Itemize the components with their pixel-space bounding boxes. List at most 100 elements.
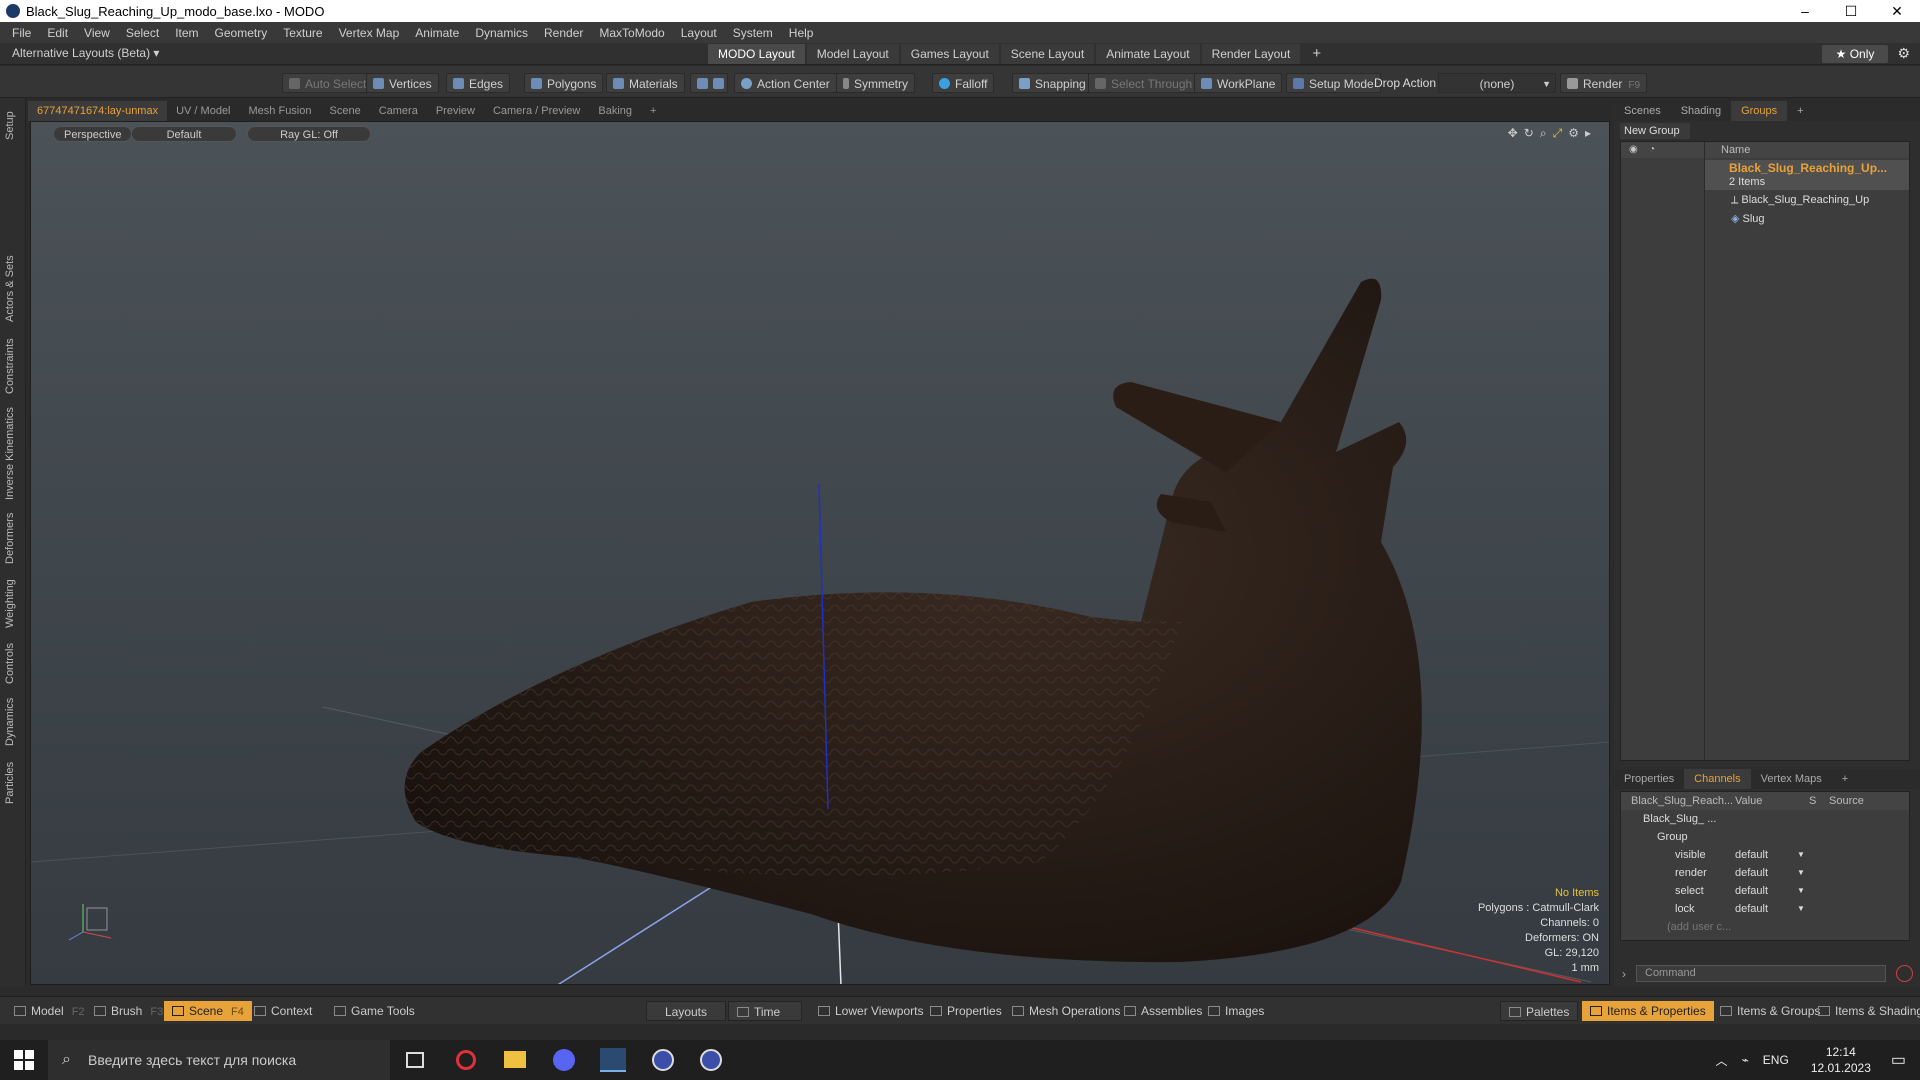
notifications-icon[interactable]: ▭: [1891, 1050, 1906, 1070]
add-layout-button[interactable]: +: [1302, 44, 1331, 64]
setup-mode-button[interactable]: Setup Mode: [1286, 73, 1381, 93]
dropdown-arrow-icon[interactable]: ▼: [1797, 864, 1805, 882]
menu-animate[interactable]: Animate: [407, 26, 467, 40]
symmetry-button[interactable]: Symmetry: [836, 73, 915, 93]
menu-system[interactable]: System: [725, 26, 781, 40]
menu-help[interactable]: Help: [781, 26, 822, 40]
channel-root-row[interactable]: Black_Slug_ ...: [1621, 810, 1909, 828]
tab-scene[interactable]: Scene: [321, 101, 370, 121]
side-tab-dynamics[interactable]: Dynamics: [4, 698, 16, 746]
modo-taskbar-icon[interactable]: [600, 1048, 626, 1072]
lower-viewports-button[interactable]: Lower Viewports: [810, 1001, 932, 1021]
3d-viewport[interactable]: Perspective Default Ray GL: Off ✥ ↻ ⌕ ⤢ …: [30, 121, 1610, 985]
tab-modo-layout[interactable]: MODO Layout: [708, 44, 805, 64]
vertices-button[interactable]: Vertices: [366, 73, 439, 93]
materials-button[interactable]: Materials: [606, 73, 685, 93]
items-properties-button[interactable]: Items & Properties: [1582, 1001, 1714, 1021]
channel-row-select[interactable]: select default ▼: [1621, 882, 1909, 900]
channel-row-lock[interactable]: lock default ▼: [1621, 900, 1909, 918]
command-input[interactable]: Command: [1636, 965, 1886, 982]
command-record-icon[interactable]: [1896, 965, 1913, 982]
context-button[interactable]: Context: [246, 1001, 320, 1021]
language-indicator[interactable]: ENG: [1763, 1053, 1789, 1067]
palettes-button[interactable]: Palettes: [1500, 1001, 1579, 1021]
task-view-icon[interactable]: [406, 1052, 424, 1068]
properties-button[interactable]: Properties: [922, 1001, 1010, 1021]
scene-button[interactable]: Scene F4: [164, 1001, 252, 1021]
menu-layout[interactable]: Layout: [673, 26, 725, 40]
menu-render[interactable]: Render: [536, 26, 591, 40]
dropdown-arrow-icon[interactable]: ▼: [1797, 846, 1805, 864]
channel-row-visible[interactable]: visible default ▼: [1621, 846, 1909, 864]
close-button[interactable]: ✕: [1874, 0, 1920, 22]
settings-gear-icon[interactable]: ⚙: [1897, 45, 1910, 62]
discord-icon[interactable]: [553, 1049, 575, 1071]
taskbar-search[interactable]: ⌕ Введите здесь текст для поиска: [48, 1040, 390, 1080]
side-tab-constraints[interactable]: Constraints: [4, 338, 16, 394]
tab-mesh-fusion[interactable]: Mesh Fusion: [240, 101, 321, 121]
time-button[interactable]: Time: [728, 1001, 802, 1021]
images-button[interactable]: Images: [1200, 1001, 1272, 1021]
channel-group-row[interactable]: Group: [1621, 828, 1909, 846]
group-member-mesh[interactable]: ⟂ Black_Slug_Reaching_Up: [1731, 194, 1869, 207]
menu-vertex-map[interactable]: Vertex Map: [331, 26, 408, 40]
tab-scene-layout[interactable]: Scene Layout: [1000, 44, 1095, 64]
windows-start-icon[interactable]: [14, 1050, 34, 1070]
falloff-button[interactable]: Falloff: [932, 73, 995, 93]
polygons-button[interactable]: Polygons: [524, 73, 604, 93]
app-icon-1[interactable]: [652, 1049, 674, 1071]
tab-properties[interactable]: Properties: [1614, 769, 1684, 789]
lock-icon[interactable]: ◔: [1649, 144, 1655, 155]
component-mode-icons[interactable]: [690, 73, 728, 93]
tab-preview[interactable]: Preview: [427, 101, 484, 121]
file-explorer-icon[interactable]: [504, 1051, 526, 1068]
game-tools-button[interactable]: Game Tools: [326, 1001, 423, 1021]
tab-scenes[interactable]: Scenes: [1614, 101, 1671, 121]
tab-animate-layout[interactable]: Animate Layout: [1096, 44, 1200, 64]
opera-icon[interactable]: [456, 1050, 476, 1070]
alternative-layouts-dropdown[interactable]: Alternative Layouts (Beta) ▾: [12, 46, 159, 60]
dropdown-arrow-icon[interactable]: ▼: [1797, 900, 1805, 918]
group-member-slug[interactable]: ◈ Slug: [1731, 212, 1765, 225]
channel-row-render[interactable]: render default ▼: [1621, 864, 1909, 882]
menu-maxtomodo[interactable]: MaxToModo: [591, 26, 672, 40]
side-tab-inverse-kinematics[interactable]: Inverse Kinematics: [4, 407, 16, 500]
side-tab-weighting[interactable]: Weighting: [4, 579, 16, 628]
maximize-button[interactable]: ☐: [1828, 0, 1874, 22]
menu-geometry[interactable]: Geometry: [207, 26, 276, 40]
tab-camera-preview[interactable]: Camera / Preview: [484, 101, 589, 121]
menu-dynamics[interactable]: Dynamics: [467, 26, 536, 40]
new-group-button[interactable]: New Group: [1620, 123, 1690, 139]
select-through-button[interactable]: Select Through: [1088, 73, 1200, 93]
assemblies-button[interactable]: Assemblies: [1116, 1001, 1210, 1021]
tab-baking[interactable]: Baking: [589, 101, 641, 121]
eye-icon[interactable]: ◉: [1629, 144, 1638, 155]
auto-select-button[interactable]: Auto Select: [282, 73, 374, 93]
model-button[interactable]: Model F2: [6, 1001, 93, 1021]
side-tab-deformers[interactable]: Deformers: [4, 513, 16, 564]
edges-button[interactable]: Edges: [446, 73, 511, 93]
menu-item[interactable]: Item: [167, 26, 206, 40]
network-icon[interactable]: ⌁: [1742, 1053, 1749, 1067]
tab-groups[interactable]: Groups: [1731, 101, 1788, 121]
brush-button[interactable]: Brush F3: [86, 1001, 171, 1021]
add-properties-tab-button[interactable]: +: [1832, 769, 1858, 789]
add-user-channel[interactable]: (add user c...: [1621, 918, 1909, 936]
app-icon-2[interactable]: [700, 1049, 722, 1071]
menu-file[interactable]: File: [4, 26, 39, 40]
group-row[interactable]: Black_Slug_Reaching_Up... 2 Items: [1705, 160, 1909, 190]
menu-select[interactable]: Select: [118, 26, 167, 40]
tab-camera[interactable]: Camera: [370, 101, 427, 121]
channel-value[interactable]: default: [1735, 882, 1768, 900]
drop-action-select[interactable]: (none) ▼: [1438, 73, 1556, 93]
menu-view[interactable]: View: [76, 26, 118, 40]
mesh-operations-button[interactable]: Mesh Operations: [1004, 1001, 1128, 1021]
channel-value[interactable]: default: [1735, 846, 1768, 864]
side-tab-actors-sets[interactable]: Actors & Sets: [4, 255, 16, 322]
clock[interactable]: 12:14 12.01.2023: [1811, 1044, 1871, 1076]
add-tab-button[interactable]: +: [641, 101, 665, 121]
side-tab-setup[interactable]: Setup: [4, 111, 16, 140]
tab-lay-unmax[interactable]: 67747471674:lay-unmax: [28, 101, 168, 121]
tray-expand-icon[interactable]: ︿: [1716, 1052, 1728, 1069]
dropdown-arrow-icon[interactable]: ▼: [1797, 882, 1805, 900]
